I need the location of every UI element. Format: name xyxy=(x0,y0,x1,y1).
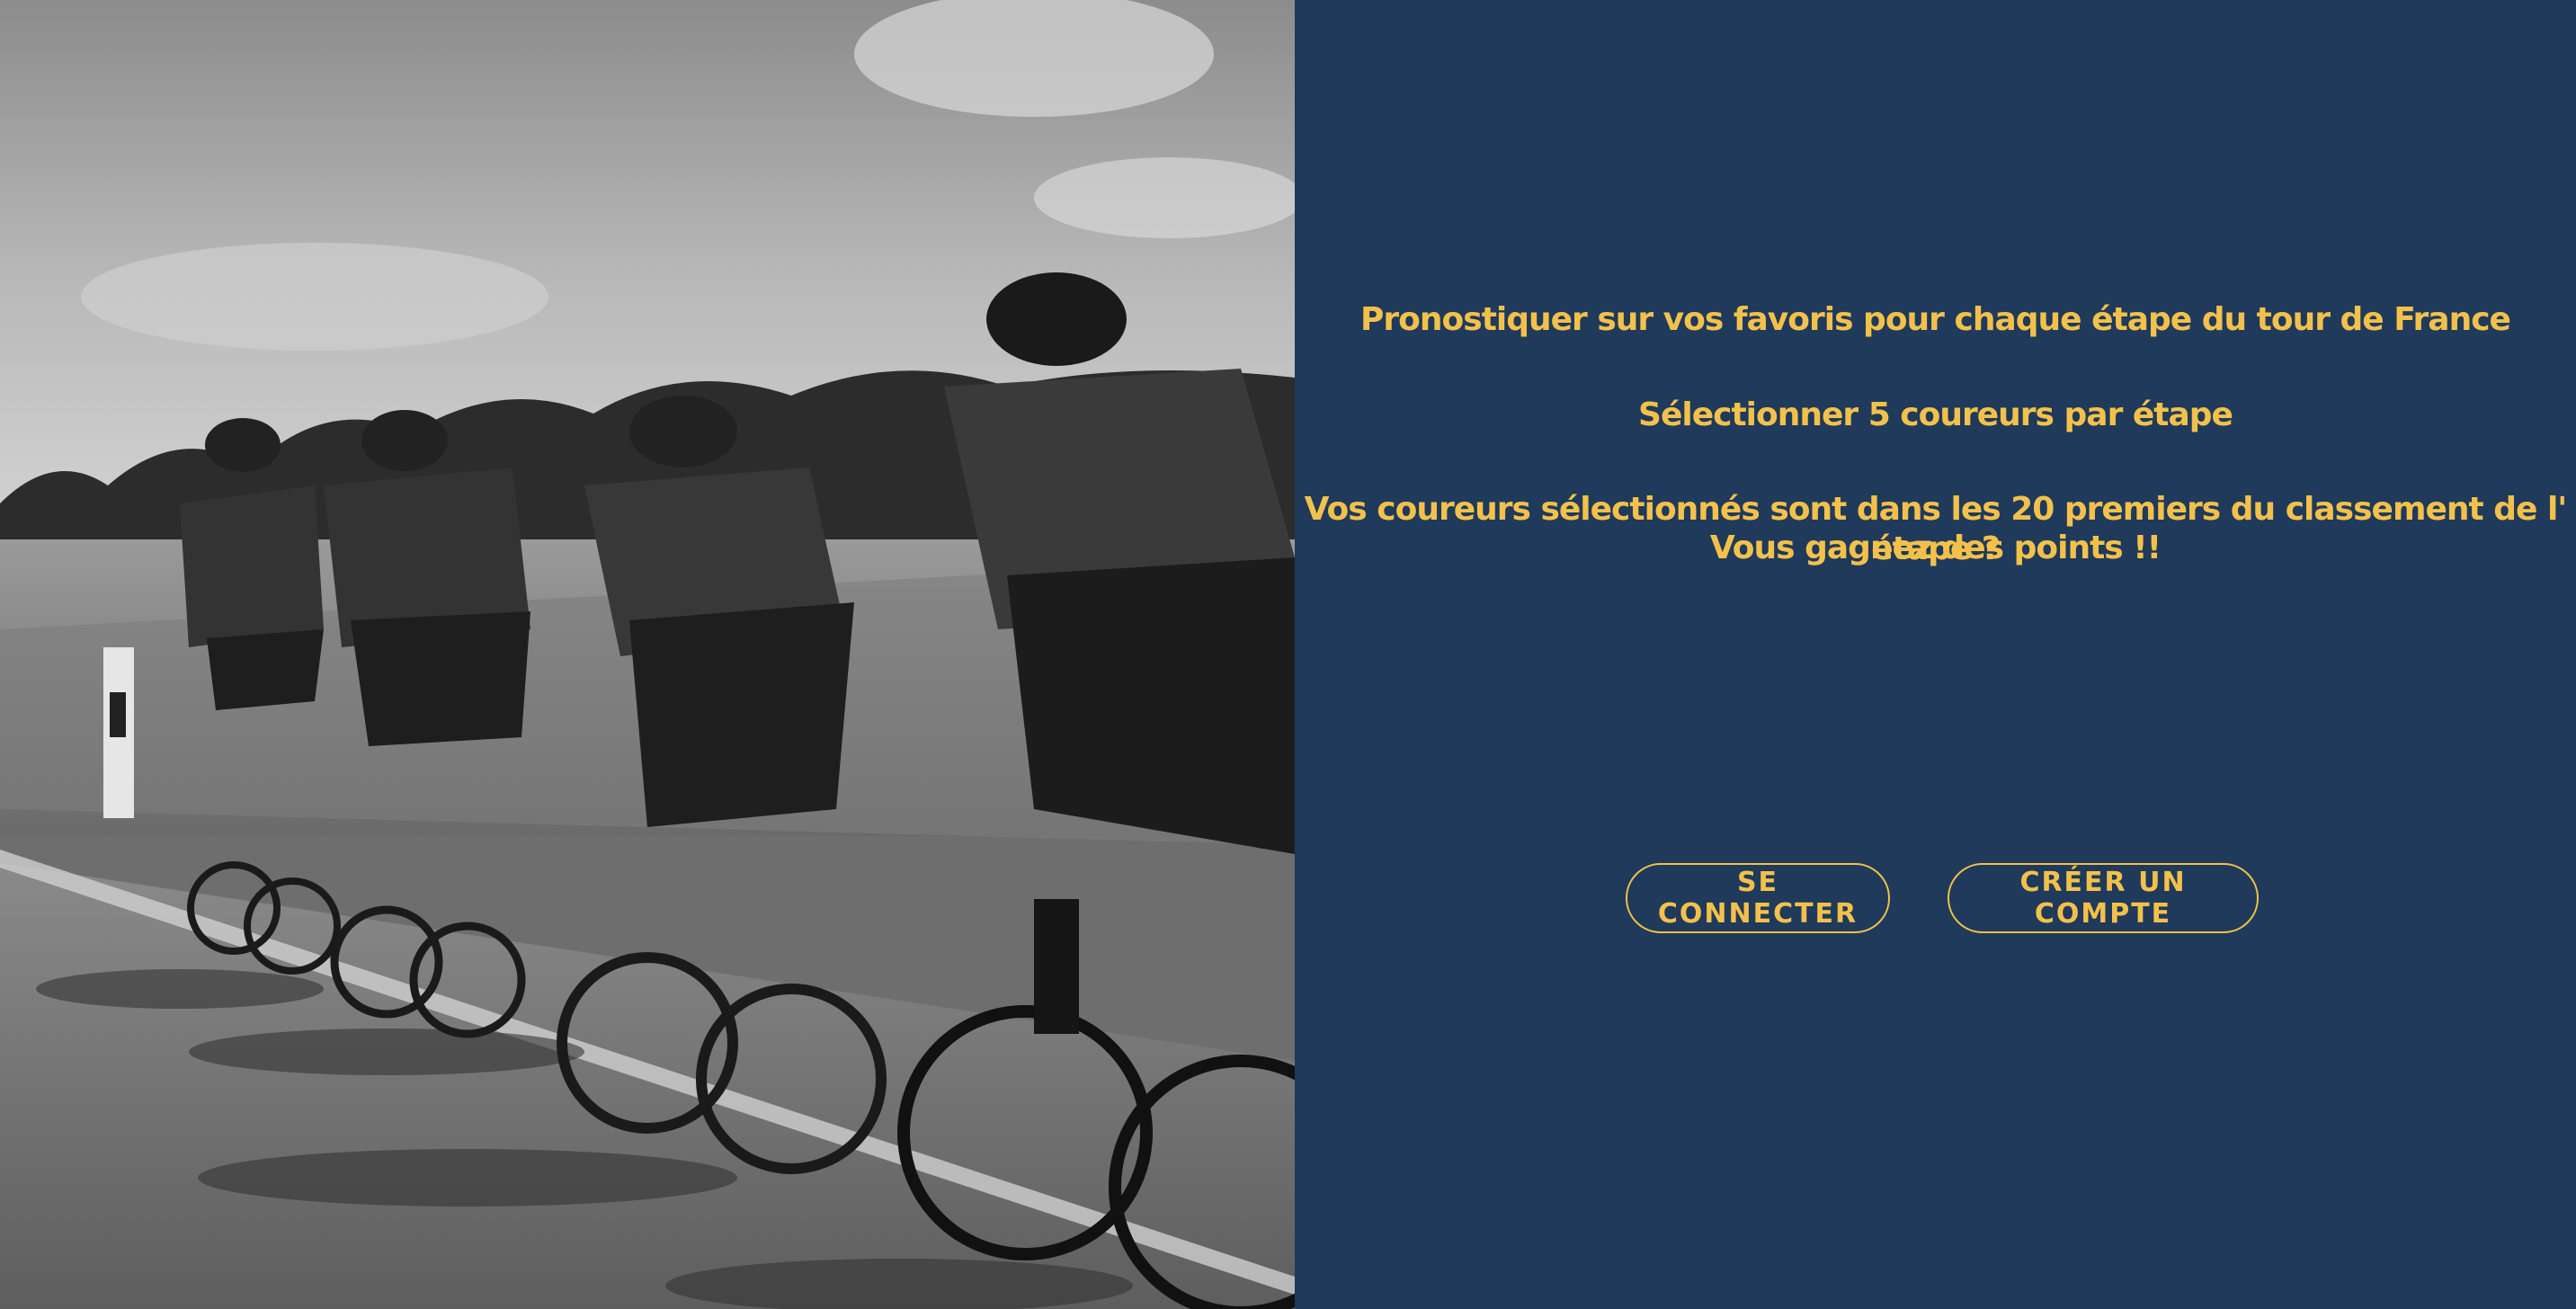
tagline-predict: Pronostiquer sur vos favoris pour chaque… xyxy=(1360,301,2511,338)
login-button[interactable]: SE CONNECTER xyxy=(1626,863,1890,933)
intro-panel: Pronostiquer sur vos favoris pour chaque… xyxy=(1295,0,2576,1309)
landing-page: Pronostiquer sur vos favoris pour chaque… xyxy=(0,0,2576,1309)
tagline-select-riders: Sélectionner 5 coureurs par étape xyxy=(1638,396,2233,433)
tagline-earn-points: Vous gagnez des points !! xyxy=(1709,530,2162,566)
hero-photo xyxy=(0,0,1295,1309)
cyclists-photo-icon xyxy=(0,0,1295,1309)
create-account-button[interactable]: CRÉER UN COMPTE xyxy=(1948,863,2259,933)
